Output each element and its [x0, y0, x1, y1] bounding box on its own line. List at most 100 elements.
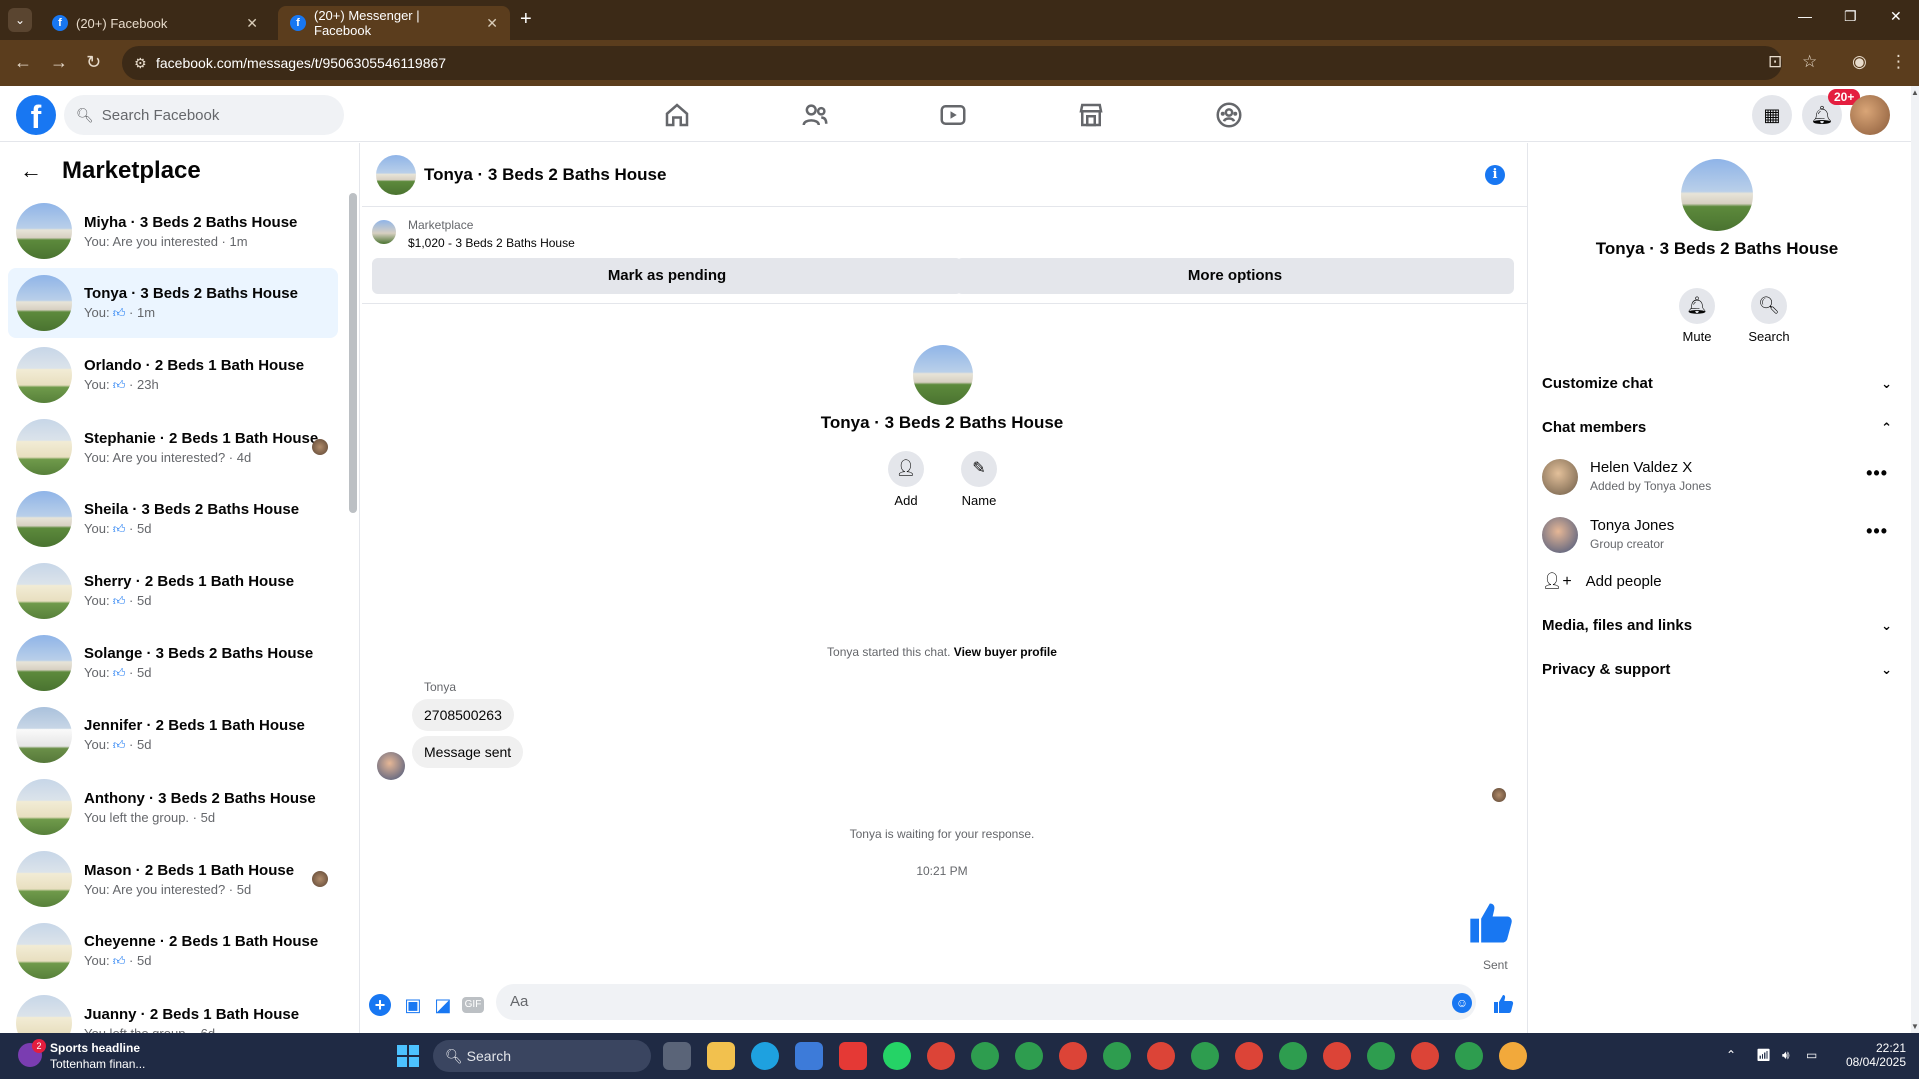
info-icon[interactable]: i [1485, 165, 1505, 185]
url-field[interactable]: ⚙ facebook.com/messages/t/95063055461198… [122, 46, 1782, 80]
listing-thumbnail[interactable] [372, 220, 396, 244]
page-scrollbar[interactable]: ▲ ▼ [1911, 86, 1919, 1033]
bookmark-star-icon[interactable]: ☆ [1802, 52, 1817, 72]
listing-price-title[interactable]: $1,020 - 3 Beds 2 Baths House [408, 236, 575, 250]
browser-menu-icon[interactable]: ⋮ [1890, 52, 1907, 72]
search-in-chat-icon[interactable]: 🔍︎ [1751, 288, 1787, 324]
close-tab-icon[interactable]: ✕ [246, 15, 258, 32]
chrome-icon[interactable] [1367, 1042, 1395, 1070]
chrome-icon[interactable] [927, 1042, 955, 1070]
volume-icon[interactable]: 🔊︎ [1782, 1048, 1790, 1063]
store-icon[interactable] [795, 1042, 823, 1070]
more-dots-icon[interactable]: ••• [1866, 521, 1888, 542]
gif-icon[interactable]: GIF [462, 997, 484, 1013]
search-facebook-input[interactable]: 🔍︎ Search Facebook [64, 95, 344, 135]
close-window-icon[interactable]: ✕ [1890, 8, 1902, 25]
marketplace-icon[interactable] [1076, 100, 1106, 130]
chat-members-section[interactable]: Chat members ⌃ [1542, 413, 1892, 443]
add-person-icon[interactable]: 👤︎ [888, 451, 924, 487]
conversation-item[interactable]: Sherry · 2 Beds 1 Bath House You: 👍︎ · 5d [8, 556, 338, 626]
attach-image-icon[interactable]: ▣ [402, 994, 424, 1016]
chrome-icon[interactable] [1147, 1042, 1175, 1070]
member-avatar[interactable] [1542, 459, 1578, 495]
wifi-icon[interactable]: 📶︎ [1756, 1048, 1771, 1062]
back-arrow-icon[interactable]: ← [20, 158, 42, 184]
conversation-item[interactable]: Solange · 3 Beds 2 Baths House You: 👍︎ · … [8, 628, 338, 698]
add-people-button[interactable]: 👤︎+ Add people [1542, 571, 1662, 591]
send-like-icon[interactable] [1492, 992, 1516, 1016]
plus-actions-icon[interactable]: + [369, 994, 391, 1016]
mute-bell-icon[interactable]: 🔔︎ [1679, 288, 1715, 324]
chat-avatar[interactable] [376, 155, 416, 195]
reload-icon[interactable]: ↻ [86, 52, 101, 73]
friends-icon[interactable] [800, 100, 830, 130]
more-options-button[interactable]: More options [956, 258, 1514, 294]
customize-chat-section[interactable]: Customize chat ⌄ [1542, 369, 1892, 399]
member-row[interactable]: Tonya Jones Group creator ••• [1542, 511, 1892, 559]
edit-name-icon[interactable]: ✎ [961, 451, 997, 487]
chrome-icon[interactable] [1411, 1042, 1439, 1070]
media-files-section[interactable]: Media, files and links ⌄ [1542, 611, 1892, 641]
conversation-item[interactable]: Sheila · 3 Beds 2 Baths House You: 👍︎ · 5… [8, 484, 338, 554]
minimize-icon[interactable]: — [1798, 8, 1812, 24]
chrome-icon[interactable] [1015, 1042, 1043, 1070]
conversation-item[interactable]: Juanny · 2 Beds 1 Bath House You left the… [8, 988, 338, 1033]
chrome-icon[interactable] [1279, 1042, 1307, 1070]
groups-icon[interactable] [1214, 100, 1244, 130]
chrome-icon[interactable] [1191, 1042, 1219, 1070]
chat-title[interactable]: Tonya · 3 Beds 2 Baths House [424, 165, 666, 185]
tab-search-dropdown[interactable]: ⌄ [8, 8, 32, 32]
facebook-logo-icon[interactable]: f [16, 95, 56, 135]
task-view-icon[interactable] [663, 1042, 691, 1070]
show-hidden-icons-icon[interactable]: ⌃ [1726, 1048, 1736, 1062]
install-app-icon[interactable]: ⊡ [1768, 52, 1782, 72]
chrome-icon[interactable] [1103, 1042, 1131, 1070]
conversation-list-scrollbar[interactable] [349, 193, 357, 513]
whatsapp-icon[interactable] [883, 1042, 911, 1070]
privacy-support-section[interactable]: Privacy & support ⌄ [1542, 655, 1892, 685]
battery-icon[interactable]: ▭ [1806, 1048, 1817, 1062]
conversation-item[interactable]: Jennifer · 2 Beds 1 Bath House You: 👍︎ · … [8, 700, 338, 770]
file-explorer-icon[interactable] [707, 1042, 735, 1070]
conversation-item[interactable]: Tonya · 3 Beds 2 Baths House You: 👍︎ · 1m [8, 268, 338, 338]
windows-start-icon[interactable] [397, 1045, 419, 1067]
chrome-icon[interactable] [1059, 1042, 1087, 1070]
scroll-down-icon[interactable]: ▼ [1911, 1022, 1919, 1031]
new-tab-button[interactable]: + [520, 8, 532, 31]
more-dots-icon[interactable]: ••• [1866, 463, 1888, 484]
chrome-icon[interactable] [1323, 1042, 1351, 1070]
browser-tab-messenger[interactable]: f (20+) Messenger | Facebook ✕ [278, 6, 510, 40]
emoji-icon[interactable]: ☺ [1452, 993, 1472, 1013]
account-avatar[interactable] [1850, 95, 1890, 135]
sticker-icon[interactable]: ◪ [432, 994, 454, 1016]
conversation-item[interactable]: Stephanie · 2 Beds 1 Bath House You: Are … [8, 412, 338, 482]
conversation-item[interactable]: Miyha · 3 Beds 2 Baths House You: Are you… [8, 196, 338, 266]
chrome-icon[interactable] [1499, 1042, 1527, 1070]
member-avatar[interactable] [1542, 517, 1578, 553]
video-icon[interactable] [938, 100, 968, 130]
mark-as-pending-button[interactable]: Mark as pending [372, 258, 962, 294]
conversation-item[interactable]: Mason · 2 Beds 1 Bath House You: Are you … [8, 844, 338, 914]
forward-icon[interactable]: → [50, 52, 68, 73]
scroll-up-icon[interactable]: ▲ [1911, 88, 1919, 97]
message-input[interactable]: Aa [496, 984, 1476, 1020]
chrome-icon[interactable] [1455, 1042, 1483, 1070]
conversation-item[interactable]: Orlando · 2 Beds 1 Bath House You: 👍︎ · 2… [8, 340, 338, 410]
chrome-icon[interactable] [1235, 1042, 1263, 1070]
message-bubble[interactable]: Message sent [412, 736, 524, 768]
taskbar-search[interactable]: 🔍︎ Search [433, 1040, 651, 1072]
menu-grid-icon[interactable]: ▦ [1752, 95, 1792, 135]
back-icon[interactable]: ← [14, 52, 32, 73]
conversation-item[interactable]: Anthony · 3 Beds 2 Baths House You left t… [8, 772, 338, 842]
restore-icon[interactable]: ❐ [1844, 8, 1857, 25]
browser-tab-facebook[interactable]: f (20+) Facebook ✕ [40, 6, 270, 40]
chrome-icon[interactable] [971, 1042, 999, 1070]
system-clock[interactable]: 22:21 08/04/2025 [1830, 1041, 1906, 1069]
sender-avatar[interactable] [377, 752, 405, 780]
site-info-icon[interactable]: ⚙ [134, 46, 147, 80]
close-tab-icon[interactable]: ✕ [486, 15, 498, 32]
edge-icon[interactable] [751, 1042, 779, 1070]
member-row[interactable]: Helen Valdez X Added by Tonya Jones ••• [1542, 453, 1892, 501]
view-buyer-profile-link[interactable]: View buyer profile [954, 645, 1057, 659]
home-icon[interactable] [662, 100, 692, 130]
